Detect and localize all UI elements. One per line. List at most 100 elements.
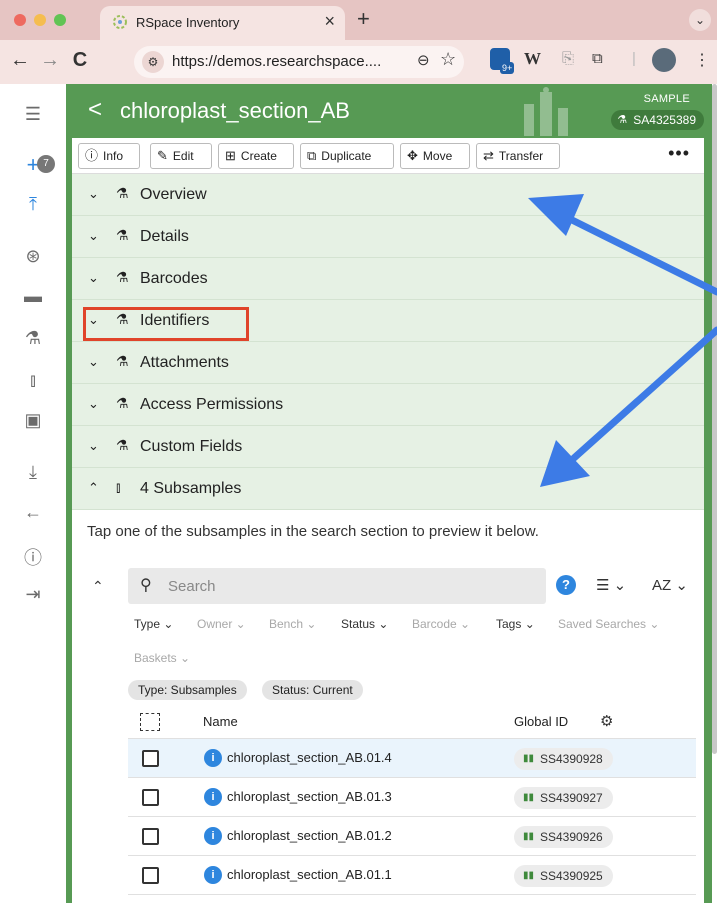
section-overview[interactable]: ⌄ ⚗ Overview: [72, 174, 704, 216]
active-filter-chip[interactable]: Status: Current: [262, 680, 363, 700]
new-tab-button[interactable]: +: [357, 6, 370, 32]
zoom-icon[interactable]: ⊖: [417, 51, 430, 69]
containers-icon[interactable]: ▬: [0, 286, 66, 307]
page-scrollbar[interactable]: [712, 84, 717, 754]
maximize-window-button[interactable]: [54, 14, 66, 26]
table-row[interactable]: i chloroplast_section_AB.01.4 ▮▮ SS439092…: [128, 739, 696, 778]
table-row[interactable]: i chloroplast_section_AB.01.3 ▮▮ SS439092…: [128, 778, 696, 817]
clipboard-extension-icon[interactable]: ⎘: [562, 50, 574, 67]
bookmark-star-icon[interactable]: ☆: [440, 49, 456, 70]
browser-menu-icon[interactable]: ⋮: [694, 50, 710, 70]
create-plus-icon[interactable]: +: [0, 152, 66, 178]
filter-label: Bench: [269, 617, 304, 631]
back-arrow-icon[interactable]: ←: [0, 502, 66, 523]
profile-avatar[interactable]: [652, 48, 676, 72]
extensions-puzzle-icon[interactable]: ⧉: [592, 50, 603, 67]
table-row[interactable]: i chloroplast_section_AB.01.2 ▮▮ SS439092…: [128, 817, 696, 856]
select-all-checkbox[interactable]: [140, 713, 160, 731]
site-info-icon[interactable]: ⚙: [142, 51, 164, 73]
section-subsamples[interactable]: ⌃ ⫾ 4 Subsamples: [72, 468, 704, 510]
list-view-dropdown[interactable]: ☰ ⌄: [596, 576, 626, 594]
export-download-icon[interactable]: ⤓: [0, 462, 66, 483]
global-id-chip[interactable]: ▮▮ SS4390928: [514, 748, 613, 770]
browser-back-icon[interactable]: ←: [8, 49, 32, 72]
subsample-name[interactable]: chloroplast_section_AB.01.4: [227, 750, 392, 765]
global-id-chip[interactable]: ▮▮ SS4390926: [514, 826, 613, 848]
move-button[interactable]: ✥ Move: [400, 143, 470, 169]
wikipedia-extension-icon[interactable]: W: [524, 49, 541, 69]
notifications-icon[interactable]: ⊛: [0, 246, 66, 267]
table-row[interactable]: i chloroplast_section_AB.01.1 ▮▮ SS439092…: [128, 856, 696, 895]
section-custom-fields[interactable]: ⌄ ⚗ Custom Fields: [72, 426, 704, 468]
info-icon[interactable]: i: [204, 788, 222, 806]
filter-baskets[interactable]: Baskets ⌄: [134, 651, 190, 665]
column-header-name[interactable]: Name: [203, 714, 238, 729]
duplicate-button[interactable]: ⧉ Duplicate: [300, 143, 394, 169]
minimize-window-button[interactable]: [34, 14, 46, 26]
edit-button[interactable]: ✎ Edit: [150, 143, 212, 169]
filter-status[interactable]: Status ⌄: [341, 617, 388, 631]
subsample-name[interactable]: chloroplast_section_AB.01.2: [227, 828, 392, 843]
menu-hamburger-icon[interactable]: ☰: [0, 104, 66, 125]
more-actions-icon[interactable]: •••: [668, 144, 690, 162]
browser-tab-active[interactable]: RSpace Inventory ×: [100, 6, 345, 40]
global-id-badge[interactable]: ⚗ SA4325389: [611, 110, 704, 130]
section-access-permissions[interactable]: ⌄ ⚗ Access Permissions: [72, 384, 704, 426]
samples-flask-icon[interactable]: ⚗: [0, 328, 66, 349]
section-title: Barcodes: [140, 270, 208, 287]
chevron-down-icon: ⌄: [88, 354, 99, 369]
subsamples-icon[interactable]: ⫾: [0, 370, 66, 391]
row-checkbox[interactable]: [142, 828, 159, 845]
flask-icon: ⚗: [617, 114, 628, 126]
info-icon[interactable]: i: [204, 749, 222, 767]
filter-tags[interactable]: Tags ⌄: [496, 617, 535, 631]
browser-forward-icon[interactable]: →: [38, 49, 62, 72]
filter-saved-searches[interactable]: Saved Searches ⌄: [558, 617, 659, 631]
filter-type[interactable]: Type ⌄: [134, 617, 173, 631]
browser-reload-icon[interactable]: C: [68, 49, 92, 72]
column-header-global-id[interactable]: Global ID: [514, 714, 568, 729]
filter-bench[interactable]: Bench ⌄: [269, 617, 316, 631]
filter-owner[interactable]: Owner ⌄: [197, 617, 246, 631]
sort-dropdown[interactable]: AZ ⌄: [652, 576, 688, 594]
subsamples-hint: Tap one of the subsamples in the search …: [87, 523, 539, 540]
section-title: Custom Fields: [140, 438, 243, 455]
back-chevron-icon[interactable]: <: [88, 96, 102, 124]
tab-search-button[interactable]: ⌄: [689, 9, 711, 31]
row-checkbox[interactable]: [142, 750, 159, 767]
subsample-name[interactable]: chloroplast_section_AB.01.3: [227, 789, 392, 804]
collapse-search-chevron-icon[interactable]: ⌃: [92, 578, 104, 595]
global-id-chip[interactable]: ▮▮ SS4390925: [514, 865, 613, 887]
section-barcodes[interactable]: ⌄ ⚗ Barcodes: [72, 258, 704, 300]
filter-barcode[interactable]: Barcode ⌄: [412, 617, 470, 631]
duplicate-icon: ⧉: [307, 148, 317, 163]
row-checkbox[interactable]: [142, 789, 159, 806]
info-icon[interactable]: i: [204, 866, 222, 884]
search-bar[interactable]: ⚲: [128, 568, 546, 604]
column-settings-gear-icon[interactable]: ⚙: [600, 712, 613, 730]
sign-in-icon[interactable]: ⇥: [0, 584, 66, 605]
info-button[interactable]: ⓘ Info: [78, 143, 140, 169]
search-input[interactable]: [168, 568, 538, 604]
subsample-name[interactable]: chloroplast_section_AB.01.1: [227, 867, 392, 882]
global-id-chip[interactable]: ▮▮ SS4390927: [514, 787, 613, 809]
section-attachments[interactable]: ⌄ ⚗ Attachments: [72, 342, 704, 384]
transfer-button[interactable]: ⇄ Transfer: [476, 143, 560, 169]
help-circle-icon[interactable]: ⓘ: [0, 544, 66, 570]
transfer-icon: ⇄: [483, 148, 494, 163]
templates-icon[interactable]: ▣: [0, 410, 66, 431]
address-bar[interactable]: ⚙ https://demos.researchspace.... ⊖ ☆: [134, 46, 464, 78]
info-icon[interactable]: i: [204, 827, 222, 845]
subsamples-icon: ⫾: [116, 479, 121, 495]
section-details[interactable]: ⌄ ⚗ Details: [72, 216, 704, 258]
create-button[interactable]: ⊞ Create: [218, 143, 294, 169]
app-sidebar: ☰ + ⤒ ⊛ ▬ ⚗ ⫾ ▣ ⤓ ← ⓘ ⇥: [0, 84, 66, 903]
help-icon[interactable]: ?: [556, 575, 576, 595]
row-checkbox[interactable]: [142, 867, 159, 884]
url-text[interactable]: https://demos.researchspace....: [172, 53, 381, 70]
tab-close-icon[interactable]: ×: [324, 11, 335, 32]
active-filter-chip[interactable]: Type: Subsamples: [128, 680, 247, 700]
move-top-icon[interactable]: ⤒: [0, 194, 66, 215]
close-window-button[interactable]: [14, 14, 26, 26]
extension-badge-count: 9+: [500, 62, 515, 74]
